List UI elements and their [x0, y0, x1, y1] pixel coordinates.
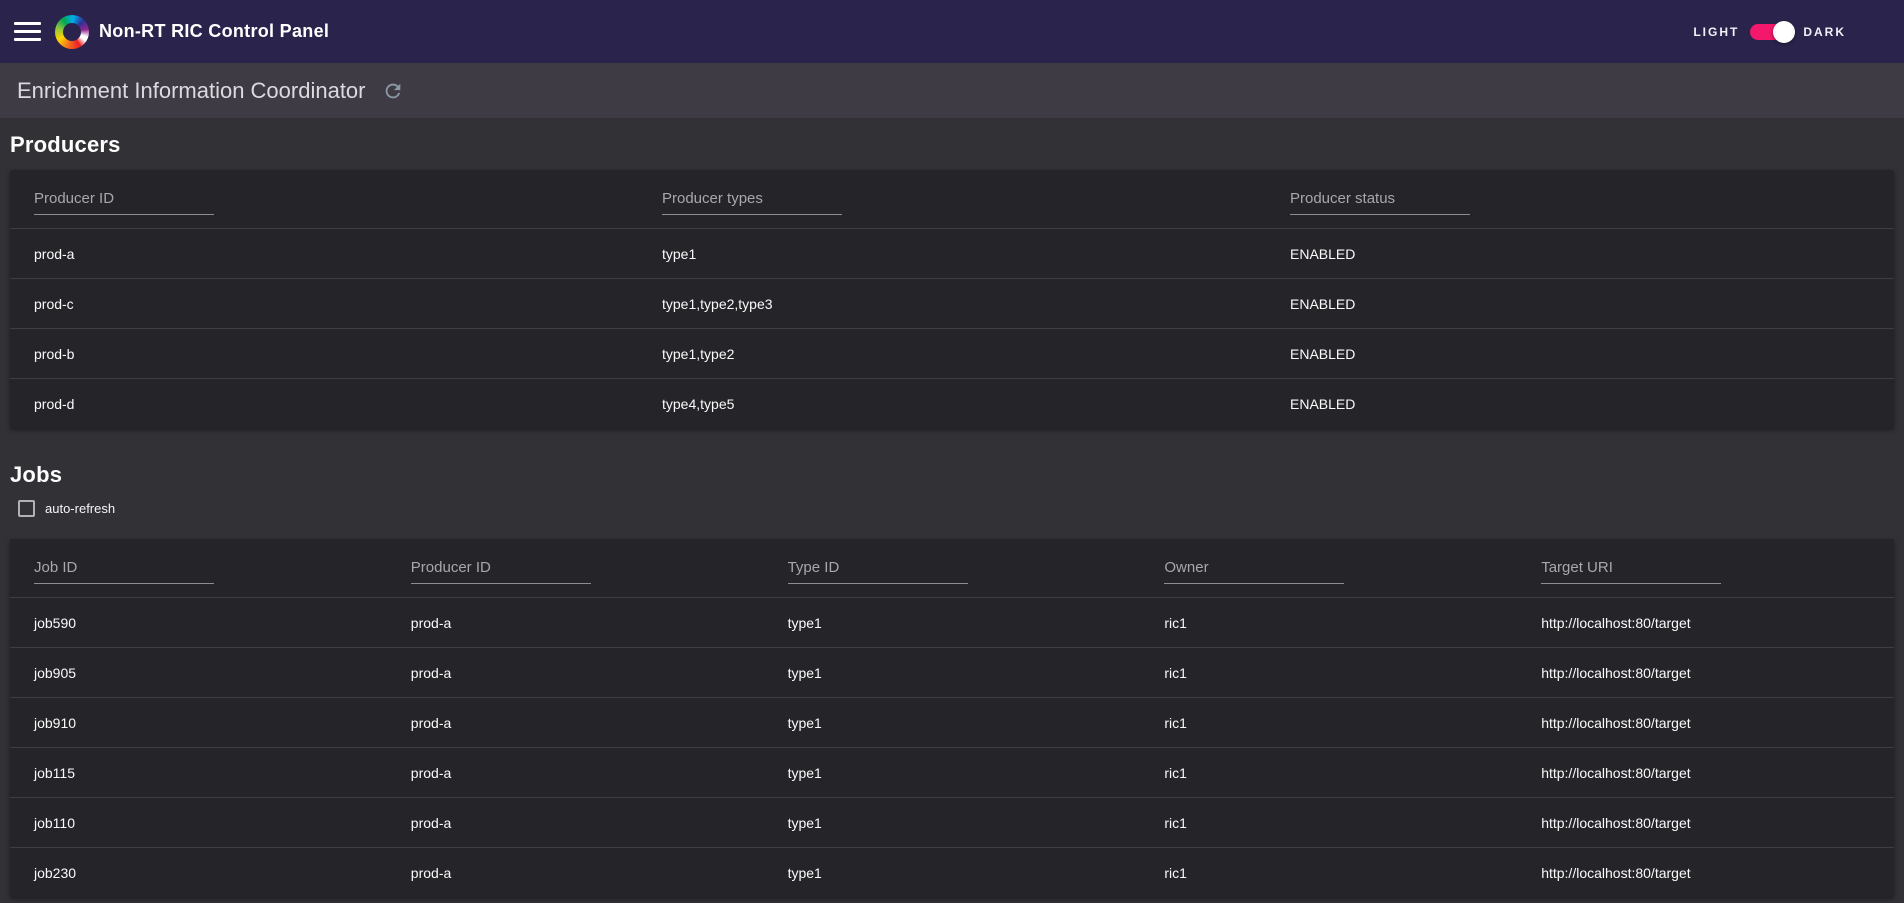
cell-owner: ric1 — [1164, 814, 1187, 831]
target-uri-filter-input[interactable] — [1541, 557, 1722, 584]
cell-type-id: type1 — [787, 814, 822, 831]
type-id-filter-input[interactable] — [787, 557, 968, 584]
cell-producer-id: prod-d — [34, 395, 75, 412]
cell-type-id: type1 — [787, 664, 822, 681]
cell-job-id: job910 — [34, 714, 77, 731]
cell-producer-id: prod-a — [410, 714, 452, 731]
cell-target-uri: http://localhost:80/target — [1541, 664, 1691, 681]
cell-producer-id: prod-b — [34, 345, 75, 362]
jobs-filter-row — [10, 539, 1894, 597]
jobs-heading: Jobs — [10, 462, 63, 487]
table-row: job230 prod-a type1 ric1 http://localhost:80… — [10, 847, 1894, 897]
producers-heading: Producers — [10, 132, 121, 157]
page-title: Enrichment Information Coordinator — [17, 77, 366, 103]
job-id-filter-input[interactable] — [34, 557, 214, 584]
cell-producer-id: prod-a — [410, 864, 452, 881]
cell-producer-id: prod-a — [410, 764, 452, 781]
table-row: job110 prod-a type1 ric1 http://localhost:80… — [10, 797, 1894, 847]
page-titlebar: Enrichment Information Coordinator — [0, 63, 1904, 118]
main-content: Producers prod-a type1 ENABLED prod-c type1,… — [0, 132, 1904, 903]
cell-target-uri: http://localhost:80/target — [1541, 614, 1691, 631]
cell-producer-status: ENABLED — [1290, 395, 1356, 412]
job-producer-id-filter-input[interactable] — [410, 557, 591, 584]
cell-owner: ric1 — [1164, 764, 1187, 781]
cell-type-id: type1 — [787, 614, 822, 631]
producer-status-filter-input[interactable] — [1290, 188, 1470, 215]
table-row: job910 prod-a type1 ric1 http://localhost:80… — [10, 697, 1894, 747]
cell-producer-types: type1,type2,type3 — [662, 295, 773, 312]
table-row: prod-b type1,type2 ENABLED — [10, 328, 1894, 378]
cell-producer-id: prod-a — [410, 614, 452, 631]
producers-table: prod-a type1 ENABLED prod-c type1,type2,type… — [10, 170, 1894, 428]
cell-producer-types: type4,type5 — [662, 395, 735, 412]
producer-types-filter-input[interactable] — [662, 188, 842, 215]
cell-target-uri: http://localhost:80/target — [1541, 814, 1691, 831]
cell-target-uri: http://localhost:80/target — [1541, 864, 1691, 881]
app-title: Non-RT RIC Control Panel — [99, 21, 330, 41]
cell-job-id: job230 — [34, 864, 77, 881]
cell-owner: ric1 — [1164, 714, 1187, 731]
cell-producer-id: prod-a — [34, 245, 75, 262]
cell-job-id: job110 — [34, 814, 76, 831]
cell-target-uri: http://localhost:80/target — [1541, 714, 1691, 731]
table-row: job905 prod-a type1 ric1 http://localhost:80… — [10, 647, 1894, 697]
theme-toggle-thumb[interactable] — [1773, 20, 1796, 43]
cell-producer-status: ENABLED — [1290, 295, 1356, 312]
dark-label: DARK — [1803, 24, 1846, 39]
cell-job-id: job590 — [34, 614, 77, 631]
cell-job-id: job115 — [34, 764, 76, 781]
table-row: prod-a type1 ENABLED — [10, 228, 1894, 278]
cell-type-id: type1 — [787, 864, 822, 881]
oran-logo-icon — [55, 14, 89, 49]
auto-refresh-checkbox[interactable] — [18, 500, 35, 517]
cell-type-id: type1 — [787, 714, 822, 731]
table-row: prod-c type1,type2,type3 ENABLED — [10, 278, 1894, 328]
jobs-table: job590 prod-a type1 ric1 http://localhost:80… — [10, 539, 1894, 897]
cell-producer-types: type1,type2 — [662, 345, 735, 362]
producers-table-body: prod-a type1 ENABLED prod-c type1,type2,type… — [10, 228, 1894, 428]
cell-producer-id: prod-c — [34, 295, 74, 312]
theme-switcher: LIGHT DARK — [1693, 20, 1888, 43]
cell-producer-types: type1 — [662, 245, 697, 262]
table-row: prod-d type4,type5 ENABLED — [10, 378, 1894, 428]
auto-refresh-label: auto-refresh — [45, 501, 116, 516]
menu-icon[interactable] — [14, 18, 41, 45]
cell-owner: ric1 — [1164, 614, 1187, 631]
table-row: job590 prod-a type1 ric1 http://localhost:80… — [10, 597, 1894, 647]
auto-refresh-control: auto-refresh — [18, 500, 1894, 517]
app-header: Non-RT RIC Control Panel LIGHT DARK — [0, 0, 1904, 63]
light-label: LIGHT — [1693, 24, 1740, 39]
cell-producer-status: ENABLED — [1290, 245, 1356, 262]
producers-filter-row — [10, 170, 1894, 228]
cell-producer-status: ENABLED — [1290, 345, 1356, 362]
cell-producer-id: prod-a — [410, 814, 452, 831]
cell-owner: ric1 — [1164, 864, 1187, 881]
theme-toggle[interactable] — [1750, 20, 1796, 43]
owner-filter-input[interactable] — [1164, 557, 1345, 584]
table-row: job115 prod-a type1 ric1 http://localhost:80… — [10, 747, 1894, 797]
cell-owner: ric1 — [1164, 664, 1187, 681]
jobs-table-body: job590 prod-a type1 ric1 http://localhost:80… — [10, 597, 1894, 897]
producer-id-filter-input[interactable] — [34, 188, 214, 215]
cell-target-uri: http://localhost:80/target — [1541, 764, 1691, 781]
refresh-icon[interactable] — [382, 80, 404, 102]
cell-job-id: job905 — [34, 664, 77, 681]
cell-type-id: type1 — [787, 764, 822, 781]
cell-producer-id: prod-a — [410, 664, 452, 681]
